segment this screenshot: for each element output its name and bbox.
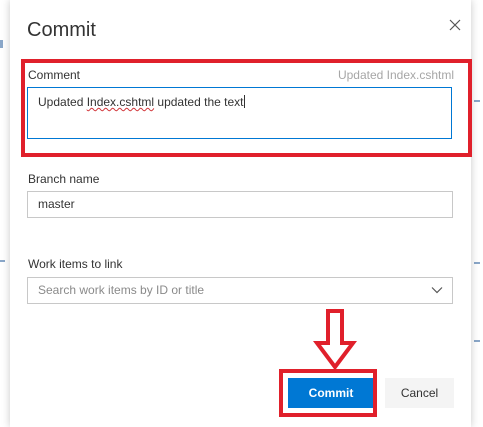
branch-name-input[interactable]: master xyxy=(27,191,453,218)
work-items-search-dropdown[interactable]: Search work items by ID or title xyxy=(27,277,453,304)
comment-highlight-box xyxy=(21,59,472,157)
commit-highlight-box xyxy=(279,369,377,417)
chevron-down-icon[interactable] xyxy=(431,286,443,294)
work-items-placeholder: Search work items by ID or title xyxy=(38,283,205,297)
background-fragment xyxy=(474,340,480,342)
background-fragment xyxy=(0,40,3,48)
dialog-title: Commit xyxy=(27,19,96,41)
close-button[interactable] xyxy=(444,14,466,36)
background-fragment xyxy=(474,100,480,102)
background-fragment xyxy=(0,260,5,262)
work-items-label: Work items to link xyxy=(28,257,123,271)
branch-name-label: Branch name xyxy=(28,172,100,186)
background-fragment xyxy=(474,262,480,264)
cancel-button[interactable]: Cancel xyxy=(385,378,454,408)
close-icon xyxy=(449,19,461,31)
down-arrow-icon xyxy=(313,309,357,371)
background-page-left xyxy=(0,0,10,427)
